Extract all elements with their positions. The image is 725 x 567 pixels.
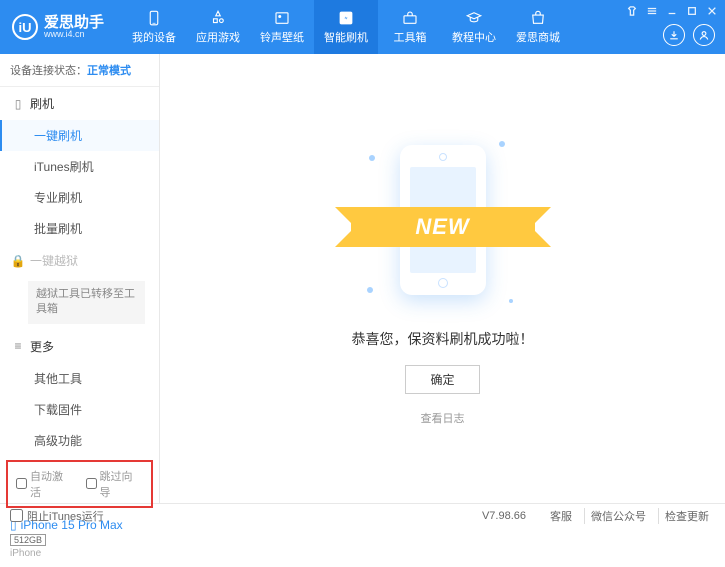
- nav-label: 我的设备: [132, 29, 176, 45]
- sidebar-item-itunes-flash[interactable]: iTunes刷机: [0, 151, 159, 182]
- top-nav: 我的设备 应用游戏 铃声壁纸 智能刷机 工具箱 教程中心 爱思商城: [122, 0, 570, 54]
- footer-link-support[interactable]: 客服: [544, 508, 578, 524]
- jailbreak-note: 越狱工具已转移至工具箱: [28, 281, 145, 324]
- phone-icon: ▯: [12, 97, 24, 111]
- device-type: iPhone: [10, 548, 149, 559]
- nav-toolbox[interactable]: 工具箱: [378, 0, 442, 54]
- lock-icon: 🔒: [12, 254, 24, 268]
- apps-icon: [209, 9, 227, 27]
- sidebar-item-pro-flash[interactable]: 专业刷机: [0, 182, 159, 213]
- view-log-link[interactable]: 查看日志: [421, 410, 465, 426]
- nav-apps-games[interactable]: 应用游戏: [186, 0, 250, 54]
- sidebar-item-advanced[interactable]: 高级功能: [0, 425, 159, 456]
- footer-link-wechat[interactable]: 微信公众号: [584, 508, 652, 524]
- ok-button[interactable]: 确定: [405, 365, 479, 394]
- nav-label: 工具箱: [394, 29, 427, 45]
- nav-label: 铃声壁纸: [260, 29, 304, 45]
- nav-label: 教程中心: [452, 29, 496, 45]
- phone-icon: [145, 9, 163, 27]
- logo-icon: iU: [12, 14, 38, 40]
- checkbox-block-itunes[interactable]: 阻止iTunes运行: [10, 508, 104, 524]
- version-label: V7.98.66: [482, 510, 526, 522]
- download-button[interactable]: [663, 24, 685, 46]
- more-icon: ≡: [12, 339, 24, 353]
- sidebar-item-oneclick-flash[interactable]: 一键刷机: [0, 120, 159, 151]
- app-logo: iU 爱思助手 www.i4.cn: [12, 14, 104, 40]
- main-content: NEW 恭喜您，保资料刷机成功啦！ 确定 查看日志: [160, 54, 725, 503]
- success-message: 恭喜您，保资料刷机成功啦！: [352, 329, 534, 349]
- section-more[interactable]: ≡ 更多: [0, 330, 159, 363]
- toolbox-icon: [401, 9, 419, 27]
- app-header: iU 爱思助手 www.i4.cn 我的设备 应用游戏 铃声壁纸 智能刷机 工具…: [0, 0, 725, 54]
- sidebar-item-other-tools[interactable]: 其他工具: [0, 363, 159, 394]
- graduation-icon: [465, 9, 483, 27]
- footer-link-update[interactable]: 检查更新: [658, 508, 715, 524]
- nav-my-device[interactable]: 我的设备: [122, 0, 186, 54]
- close-icon[interactable]: [705, 4, 719, 18]
- connection-status: 设备连接状态：正常模式: [0, 54, 159, 87]
- section-jailbreak: 🔒 一键越狱: [0, 244, 159, 277]
- checkbox-auto-activate[interactable]: 自动激活: [16, 468, 74, 500]
- window-controls: [625, 4, 719, 18]
- nav-store[interactable]: 爱思商城: [506, 0, 570, 54]
- new-banner: NEW: [351, 207, 535, 247]
- skin-icon[interactable]: [625, 4, 639, 18]
- minimize-icon[interactable]: [665, 4, 679, 18]
- success-illustration: NEW: [343, 131, 543, 311]
- checkbox-skip-guide[interactable]: 跳过向导: [86, 468, 144, 500]
- nav-label: 智能刷机: [324, 29, 368, 45]
- nav-label: 爱思商城: [516, 29, 560, 45]
- image-icon: [273, 9, 291, 27]
- device-storage: 512GB: [10, 534, 46, 546]
- nav-label: 应用游戏: [196, 29, 240, 45]
- app-name: 爱思助手: [44, 15, 104, 30]
- menu-icon[interactable]: [645, 4, 659, 18]
- sidebar-item-batch-flash[interactable]: 批量刷机: [0, 213, 159, 244]
- app-url: www.i4.cn: [44, 30, 104, 39]
- sidebar: 设备连接状态：正常模式 ▯ 刷机 一键刷机 iTunes刷机 专业刷机 批量刷机…: [0, 54, 160, 503]
- flash-icon: [337, 9, 355, 27]
- sidebar-item-download-firmware[interactable]: 下载固件: [0, 394, 159, 425]
- store-icon: [529, 9, 547, 27]
- nav-ringtones[interactable]: 铃声壁纸: [250, 0, 314, 54]
- activation-options: 自动激活 跳过向导: [6, 460, 153, 508]
- nav-tutorials[interactable]: 教程中心: [442, 0, 506, 54]
- nav-smart-flash[interactable]: 智能刷机: [314, 0, 378, 54]
- section-flash[interactable]: ▯ 刷机: [0, 87, 159, 120]
- maximize-icon[interactable]: [685, 4, 699, 18]
- user-button[interactable]: [693, 24, 715, 46]
